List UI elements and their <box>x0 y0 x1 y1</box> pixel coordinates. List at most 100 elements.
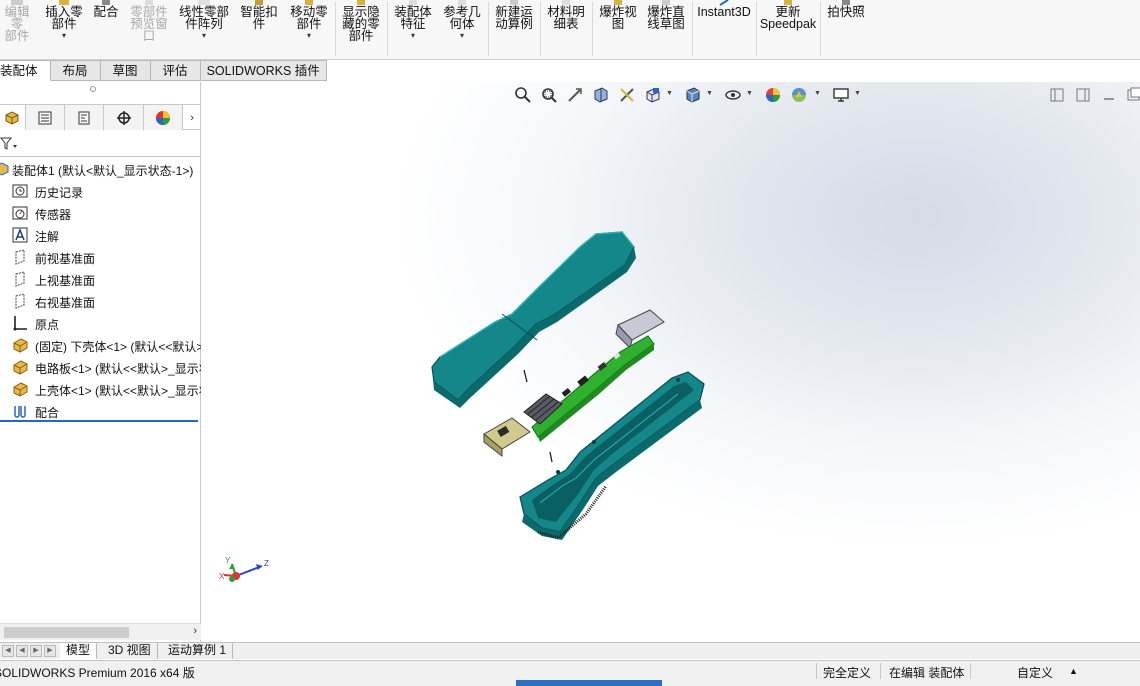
scroll-right-icon[interactable]: › <box>193 625 197 637</box>
component-preview-button[interactable]: 零部件 预览窗 口 <box>126 0 172 58</box>
tree-item-label: 注解 <box>35 230 60 244</box>
chevron-down-icon[interactable]: ▾ <box>62 31 66 41</box>
chevron-down-icon[interactable]: ▾ <box>202 31 206 41</box>
mate-button[interactable]: 配合 <box>90 0 122 58</box>
tree-item-label: 上视基准面 <box>35 274 96 288</box>
tree-item-upper-shell[interactable]: 上壳体<1> (默认<<默认>_显示状态 1>) <box>0 378 201 400</box>
reference-geometry-button[interactable]: 参考几 何体 ▾ <box>440 0 484 58</box>
assembly-features-label: 装配体 特征 <box>394 5 432 31</box>
new-motion-study-button[interactable]: 新建运 动算例 <box>491 0 537 58</box>
tree-item-circuit-board[interactable]: 电路板<1> (默认<<默认>_显示状态 1>) <box>0 356 201 378</box>
last-tab-icon[interactable]: ▶ <box>44 645 56 657</box>
ribbon-separator <box>756 2 757 56</box>
ribbon-separator <box>592 2 593 56</box>
tab-3d-views[interactable]: 3D 视图 <box>102 643 158 659</box>
insert-component-label: 插入零 部件 <box>45 5 83 31</box>
chevron-down-icon[interactable]: ▾ <box>460 31 464 41</box>
tab-model[interactable]: 模型 <box>60 643 98 659</box>
edit-component-label: 编辑零 部件 <box>4 5 30 43</box>
edit-component-button[interactable]: 编辑零 部件 <box>0 0 34 58</box>
exploded-view-label: 爆炸视 图 <box>599 5 637 31</box>
chevron-up-icon[interactable]: ▲ <box>1069 666 1078 676</box>
tree-item-label: 原点 <box>35 318 60 332</box>
triad-z-label: Z <box>264 559 269 568</box>
tree-item-origin[interactable]: 原点 <box>0 312 201 334</box>
first-tab-icon[interactable]: ◀ <box>2 645 14 657</box>
assembly-features-button[interactable]: 装配体 特征 ▾ <box>390 0 436 58</box>
propertymanager-icon <box>38 111 52 124</box>
plane-icon <box>15 271 25 287</box>
part-icon <box>13 338 28 353</box>
status-separator <box>816 663 817 679</box>
feature-tree: 装配体1 (默认<默认_显示状态-1>) 历史记录 传感器 注解 前视基准面 上… <box>0 158 201 422</box>
tree-end-marker <box>0 420 198 422</box>
panel-tabs-scroll-right[interactable]: › <box>183 105 201 130</box>
ribbon-separator <box>387 2 388 56</box>
tab-displaymanager[interactable] <box>143 105 184 130</box>
tree-item-top-plane[interactable]: 上视基准面 <box>0 268 201 290</box>
tab-motion-study-1[interactable]: 运动算例 1 <box>162 643 234 659</box>
tree-item-history[interactable]: 历史记录 <box>0 180 201 202</box>
ribbon-separator <box>820 2 821 56</box>
reference-geometry-label: 参考几 何体 <box>443 5 481 31</box>
triad-y-label: Y <box>225 556 231 565</box>
next-tab-icon[interactable]: ▶ <box>30 645 42 657</box>
tree-root-assembly[interactable]: 装配体1 (默认<默认_显示状态-1>) <box>0 158 201 180</box>
chevron-down-icon[interactable]: ▾ <box>307 31 311 41</box>
configurationmanager-icon <box>78 111 90 124</box>
bill-of-materials-button[interactable]: 材料明 细表 <box>543 0 589 58</box>
model-view-canvas[interactable]: Y X Z <box>202 82 1140 642</box>
update-speedpak-label: 更新 Speedpak <box>759 5 817 31</box>
tab-configurationmanager[interactable] <box>65 105 105 130</box>
linear-pattern-label: 线性零部 件阵列 <box>178 5 229 31</box>
tab-sketch[interactable]: 草图 <box>100 60 151 81</box>
instant3d-button[interactable]: Instant3D <box>695 0 753 58</box>
tree-item-label: 电路板<1> (默认<<默认>_显示状态 1>) <box>35 362 201 376</box>
insert-component-button[interactable]: 插入零 部件 ▾ <box>42 0 86 58</box>
tab-dimxpertmanager[interactable] <box>104 105 144 130</box>
tab-assembly[interactable]: 装配体 <box>0 60 51 81</box>
filter-icon[interactable] <box>0 137 18 151</box>
tab-evaluate[interactable]: 评估 <box>150 60 201 81</box>
exploded-view-button[interactable]: 爆炸视 图 <box>595 0 641 58</box>
show-hidden-components-button[interactable]: 显示隐 藏的零 部件 <box>338 0 384 58</box>
tree-item-right-plane[interactable]: 右视基准面 <box>0 290 201 312</box>
panel-splitter-handle[interactable] <box>90 86 96 92</box>
tree-item-label: 右视基准面 <box>35 296 96 310</box>
previous-tab-icon[interactable]: ◀ <box>16 645 28 657</box>
explode-line-sketch-button[interactable]: 爆炸直 线草图 <box>643 0 689 58</box>
move-component-button[interactable]: 移动零 部件 ▾ <box>286 0 332 58</box>
ribbon-separator <box>488 2 489 56</box>
command-tabs: 装配体 布局 草图 评估 SOLIDWORKS 插件 <box>0 60 327 81</box>
tree-item-label: (固定) 下壳体<1> (默认<<默认>_显示状态 1>) <box>35 340 201 354</box>
tree-root-label: 装配体1 (默认<默认_显示状态-1>) <box>12 164 194 178</box>
tab-solidworks-addins[interactable]: SOLIDWORKS 插件 <box>200 60 327 81</box>
tree-item-mates[interactable]: 配合 <box>0 400 201 422</box>
tab-propertymanager[interactable] <box>25 105 66 130</box>
tree-item-annotations[interactable]: 注解 <box>0 224 201 246</box>
part-icon <box>13 382 28 397</box>
take-snapshot-button[interactable]: 拍快照 <box>823 0 869 58</box>
linear-pattern-button[interactable]: 线性零部 件阵列 ▾ <box>176 0 232 58</box>
ribbon-separator <box>540 2 541 56</box>
ribbon-separator <box>335 2 336 56</box>
smart-fasteners-button[interactable]: 智能扣 件 <box>236 0 282 58</box>
dimxpert-crosshair-icon <box>116 110 131 125</box>
history-icon <box>12 184 28 198</box>
scrollbar-thumb[interactable] <box>4 627 129 638</box>
tree-item-sensors[interactable]: 传感器 <box>0 202 201 224</box>
tab-layout[interactable]: 布局 <box>50 60 101 81</box>
unit-system-selector[interactable]: 自定义 <box>1017 664 1053 681</box>
tab-featuremanager[interactable] <box>0 105 26 130</box>
graphics-area[interactable]: ▼ ▼ ▼ ▼ ▼ Y X Z <box>202 82 1140 642</box>
tree-item-front-plane[interactable]: 前视基准面 <box>0 246 201 268</box>
status-separator <box>880 663 881 679</box>
command-manager-ribbon: 编辑零 部件 插入零 部件 ▾ 配合 零部件 预览窗 口 线性零部 件阵列 ▾ … <box>0 0 1140 60</box>
bill-of-materials-label: 材料明 细表 <box>547 5 585 31</box>
tree-horizontal-scrollbar[interactable]: › <box>0 623 201 640</box>
displaymanager-icon <box>156 110 171 125</box>
mate-label: 配合 <box>93 5 119 19</box>
update-speedpak-button[interactable]: 更新 Speedpak <box>759 0 817 58</box>
chevron-down-icon[interactable]: ▾ <box>411 31 415 41</box>
tree-item-lower-shell[interactable]: (固定) 下壳体<1> (默认<<默认>_显示状态 1>) <box>0 334 201 356</box>
